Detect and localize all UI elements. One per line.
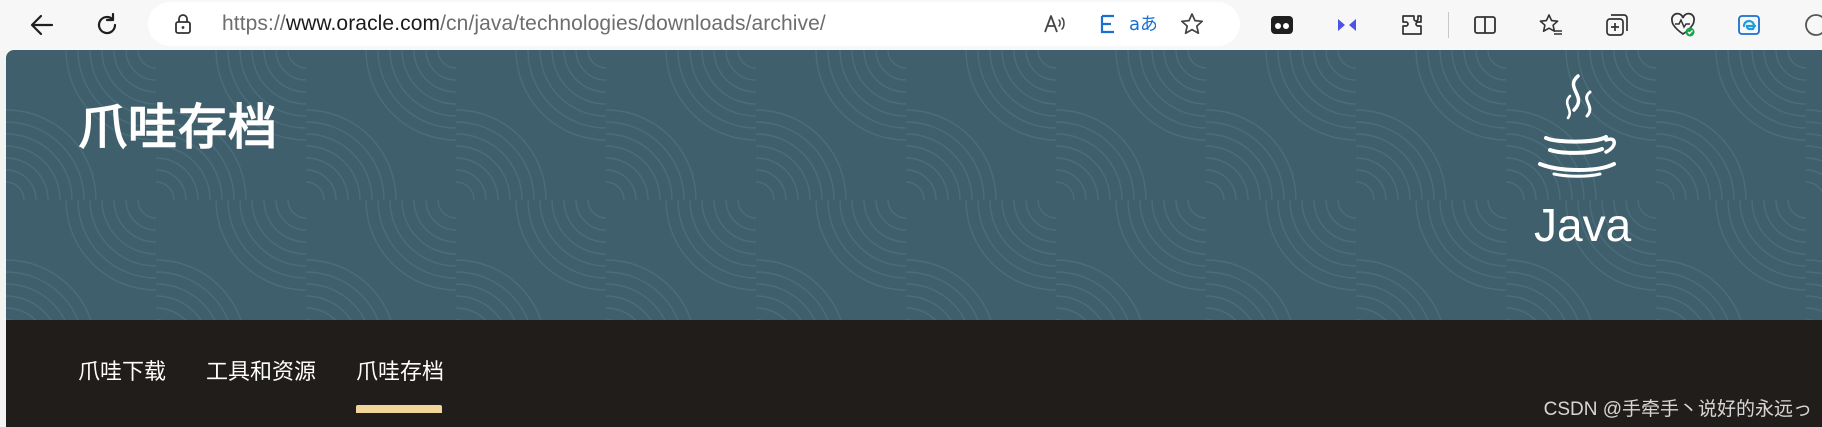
page-title: 爪哇存档	[78, 101, 279, 155]
refresh-icon[interactable]	[91, 9, 123, 41]
favorite-star-icon[interactable]	[1178, 10, 1206, 38]
overflow-icon[interactable]	[1796, 9, 1822, 41]
browser-toolbar: https://www.oracle.com/cn/java/technolog…	[0, 0, 1822, 50]
extension-arrows-icon[interactable]	[1331, 9, 1363, 41]
tab-actions-icon[interactable]	[1266, 9, 1298, 41]
lock-icon[interactable]	[172, 13, 194, 40]
web-page: 爪哇存档 Java 爪哇下载 工具和资源 爪哇存档	[6, 50, 1822, 427]
browser-essentials-icon[interactable]	[1667, 9, 1699, 41]
address-bar[interactable]: https://www.oracle.com/cn/java/technolog…	[148, 2, 1240, 46]
nav-item-java-archive[interactable]: 爪哇存档	[356, 354, 444, 386]
toolbar-separator	[1448, 12, 1449, 38]
url-text[interactable]: https://www.oracle.com/cn/java/technolog…	[222, 12, 826, 36]
extensions-icon[interactable]	[1396, 9, 1428, 41]
java-logo-text: Java	[1534, 199, 1632, 251]
immersive-reader-icon[interactable]	[1094, 10, 1122, 38]
java-logo-icon	[1538, 74, 1616, 178]
back-icon[interactable]	[26, 9, 58, 41]
favorites-icon[interactable]	[1535, 9, 1567, 41]
collections-icon[interactable]	[1601, 9, 1633, 41]
active-tab-indicator	[356, 405, 442, 413]
csdn-watermark: CSDN @手牵手丶说好的永远っ	[1543, 399, 1812, 420]
hero-banner: 爪哇存档 Java	[6, 50, 1822, 320]
translate-icon[interactable]: aあ	[1128, 10, 1156, 38]
nav-item-java-downloads[interactable]: 爪哇下载	[78, 354, 166, 386]
nav-item-tools-resources[interactable]: 工具和资源	[206, 354, 316, 386]
edge-icon[interactable]	[1733, 9, 1765, 41]
split-screen-icon[interactable]	[1469, 9, 1501, 41]
read-aloud-icon[interactable]	[1040, 10, 1068, 38]
svg-text:aあ: aあ	[1129, 14, 1156, 35]
